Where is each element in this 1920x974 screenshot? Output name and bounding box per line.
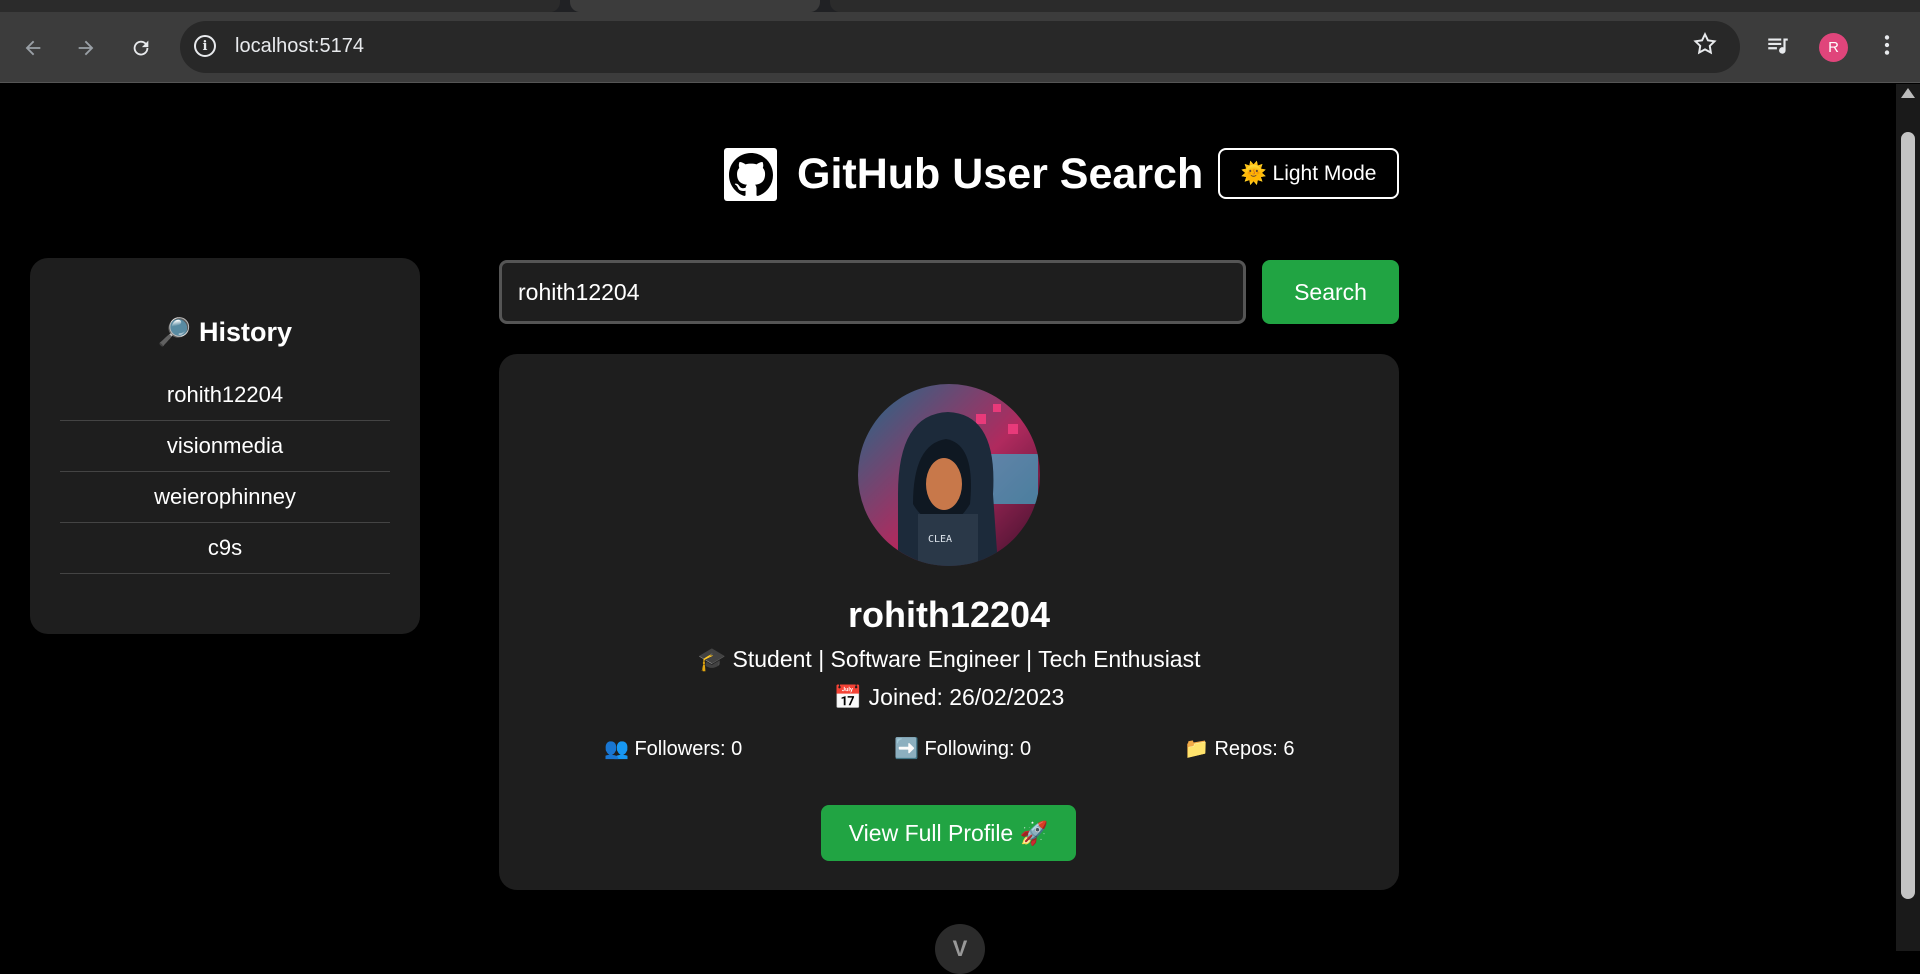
scroll-up-arrow-icon[interactable] bbox=[1901, 88, 1915, 98]
forward-arrow-icon[interactable] bbox=[71, 33, 101, 63]
view-full-profile-button[interactable]: View Full Profile 🚀 bbox=[821, 805, 1076, 861]
app-header: GitHub User Search bbox=[724, 148, 1203, 201]
back-arrow-icon[interactable] bbox=[18, 33, 48, 63]
reload-icon[interactable] bbox=[126, 33, 156, 63]
history-panel: 🔎 History rohith12204 visionmedia weiero… bbox=[30, 258, 420, 634]
browser-tab[interactable] bbox=[830, 0, 1920, 12]
history-item[interactable]: visionmedia bbox=[60, 421, 390, 472]
history-title: 🔎 History bbox=[157, 317, 293, 347]
page-scrollbar[interactable] bbox=[1896, 84, 1920, 951]
profile-joined-date: 📅 Joined: 26/02/2023 bbox=[833, 684, 1065, 710]
info-icon[interactable]: i bbox=[194, 35, 216, 57]
browser-tab-active[interactable] bbox=[570, 0, 820, 12]
following-stat: ➡️ Following: 0 bbox=[894, 738, 1032, 760]
history-item[interactable]: c9s bbox=[60, 523, 390, 574]
github-logo-icon bbox=[724, 148, 777, 201]
bookmark-star-icon[interactable] bbox=[1692, 31, 1718, 64]
search-input[interactable] bbox=[499, 260, 1246, 324]
browser-profile-avatar[interactable]: R bbox=[1819, 33, 1848, 62]
page-title: GitHub User Search bbox=[797, 150, 1204, 198]
light-mode-toggle-button[interactable]: 🌞 Light Mode bbox=[1218, 148, 1399, 199]
history-list: rohith12204 visionmedia weierophinney c9… bbox=[60, 370, 390, 574]
tab-strip bbox=[0, 0, 1920, 12]
user-avatar: CLEA bbox=[858, 384, 1040, 566]
url-text[interactable]: localhost:5174 bbox=[235, 35, 364, 58]
page-content: GitHub User Search 🌞 Light Mode 🔎 Histor… bbox=[0, 84, 1896, 974]
profile-bio: 🎓 Student | Software Engineer | Tech Ent… bbox=[697, 646, 1201, 672]
followers-stat: 👥 Followers: 0 bbox=[604, 738, 743, 760]
kebab-menu-icon[interactable] bbox=[1874, 32, 1900, 64]
profile-stats: 👥 Followers: 0 ➡️ Following: 0 📁 Repos: … bbox=[499, 736, 1399, 766]
svg-text:CLEA: CLEA bbox=[928, 534, 952, 545]
browser-toolbar: i localhost:5174 R bbox=[0, 12, 1920, 83]
history-item[interactable]: weierophinney bbox=[60, 472, 390, 523]
repos-stat: 📁 Repos: 6 bbox=[1184, 738, 1295, 760]
history-item[interactable]: rohith12204 bbox=[60, 370, 390, 421]
profile-card: CLEA rohith12204 🎓 Student | Software En… bbox=[499, 354, 1399, 890]
address-bar[interactable]: i localhost:5174 bbox=[180, 21, 1740, 73]
browser-tab[interactable] bbox=[0, 0, 560, 12]
profile-username: rohith12204 bbox=[847, 594, 1051, 635]
search-button[interactable]: Search bbox=[1262, 260, 1399, 324]
media-control-icon[interactable] bbox=[1765, 32, 1791, 64]
scroll-down-icon[interactable]: V bbox=[935, 924, 985, 974]
scroll-thumb[interactable] bbox=[1901, 132, 1915, 899]
